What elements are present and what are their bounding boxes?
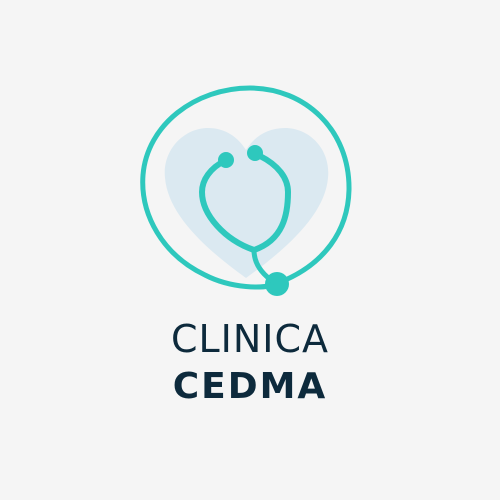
ear-tip-left-icon (218, 152, 234, 168)
ear-tip-right-icon (247, 145, 263, 161)
logo-mark (140, 85, 352, 296)
brand-name-line-1: CLINICA (170, 317, 330, 361)
logo-canvas: CLINICA CEDMA (0, 0, 500, 500)
brand-name-line-2: CEDMA (172, 366, 328, 407)
heart-icon (164, 128, 329, 278)
